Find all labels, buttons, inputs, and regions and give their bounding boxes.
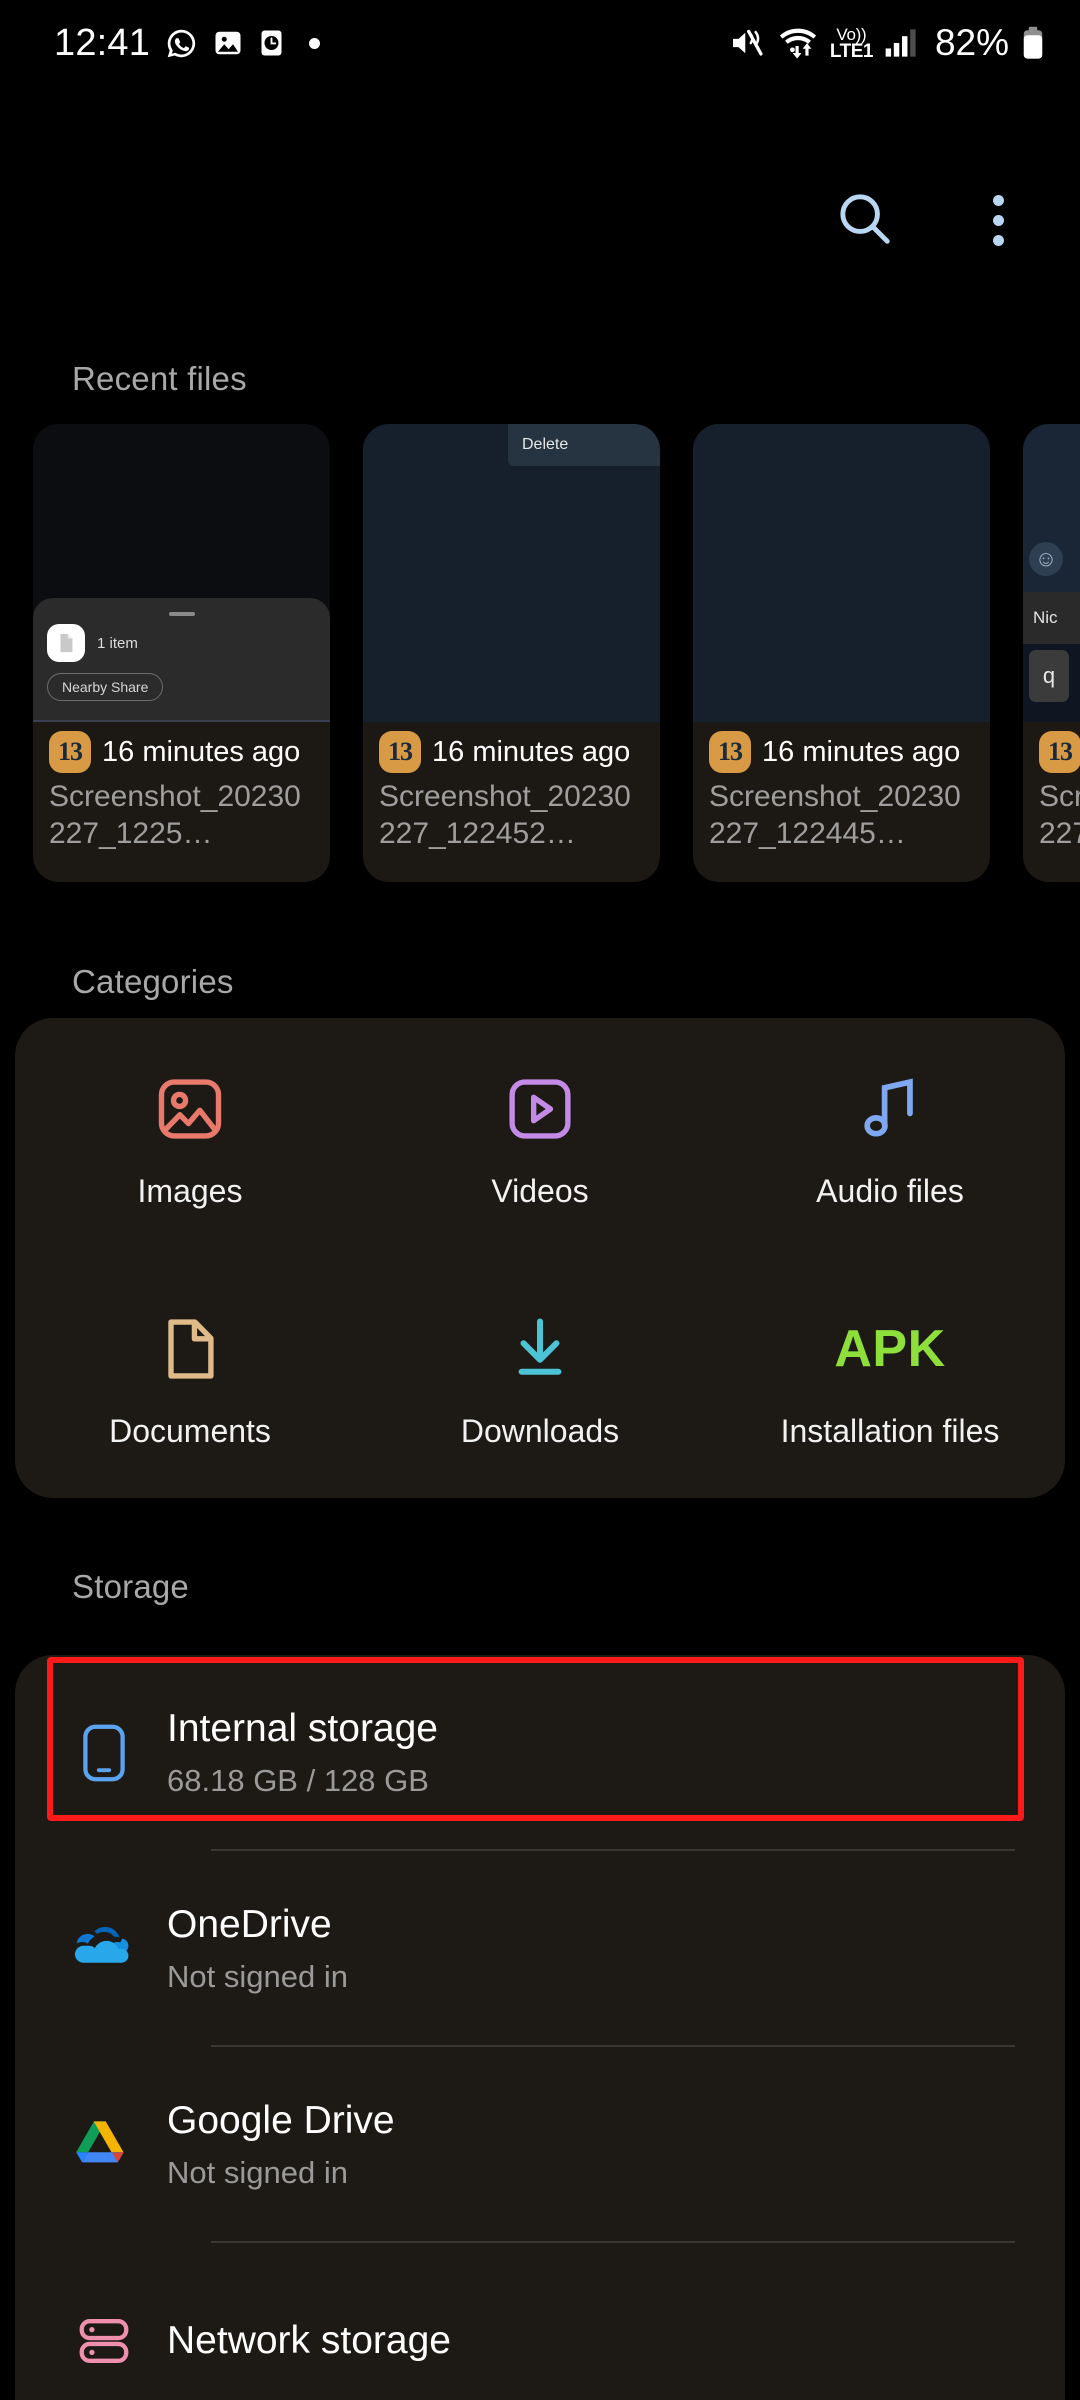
wifi-icon xyxy=(777,27,819,59)
file-type-badge: 13 xyxy=(709,731,751,773)
storage-subtitle: Not signed in xyxy=(167,2154,348,2190)
video-icon xyxy=(502,1067,578,1151)
storage-title: Network storage xyxy=(167,2318,451,2362)
google-drive-icon xyxy=(67,2118,141,2172)
category-label: Audio files xyxy=(816,1172,964,1209)
file-thumbnail: 1 item Nearby Share xyxy=(33,424,330,722)
mute-icon xyxy=(730,28,766,58)
storage-item-internal-storage[interactable]: Internal storage 68.18 GB / 128 GB xyxy=(15,1655,1065,1851)
categories-header: Categories xyxy=(72,963,234,1000)
alarm-icon xyxy=(258,28,285,58)
category-label: Images xyxy=(137,1172,243,1209)
file-thumbnail: ☺ Nic q xyxy=(1023,424,1080,722)
battery-percent-label: 82% xyxy=(934,22,1009,63)
file-chip-icon xyxy=(47,624,85,662)
category-documents[interactable]: Documents xyxy=(15,1307,365,1450)
more-options-button[interactable] xyxy=(956,178,1040,262)
apk-icon: APK xyxy=(834,1307,945,1391)
dot-indicator-icon xyxy=(309,37,321,49)
share-sheet-preview: 1 item Nearby Share xyxy=(33,598,330,722)
storage-item-onedrive[interactable]: OneDrive Not signed in xyxy=(15,1851,1065,2047)
download-icon xyxy=(502,1307,578,1391)
phone-icon xyxy=(67,1722,141,1784)
category-label: Videos xyxy=(491,1172,589,1209)
category-label: Downloads xyxy=(460,1412,620,1449)
category-label: Documents xyxy=(109,1412,271,1449)
more-options-icon xyxy=(992,194,1004,246)
recent-file-card[interactable]: 13 16 minutes ago Screenshot_20230227_12… xyxy=(693,424,990,882)
storage-title: OneDrive xyxy=(167,1903,332,1947)
storage-item-google-drive[interactable]: Google Drive Not signed in xyxy=(15,2047,1065,2243)
file-name: Screenshot_20230227_122445… xyxy=(709,780,961,850)
file-timestamp: 16 minutes ago xyxy=(102,735,301,768)
category-label: Installation files xyxy=(780,1412,1000,1449)
file-name: Screenshot_20230227_1225… xyxy=(49,780,301,850)
file-type-badge: 13 xyxy=(1039,731,1080,773)
status-bar: 12:41 Vo)) LTE1 82% xyxy=(0,0,1080,86)
nearby-share-chip: Nearby Share xyxy=(47,673,164,701)
category-installation-files[interactable]: APK Installation files xyxy=(715,1307,1065,1450)
app-action-bar xyxy=(0,160,1080,280)
apk-label: APK xyxy=(834,1319,946,1378)
recent-files-header: Recent files xyxy=(72,360,247,397)
file-timestamp: 16 minutes ago xyxy=(762,735,961,768)
status-bar-left: 12:41 xyxy=(54,22,321,64)
recent-file-card[interactable]: Delete 13 16 minutes ago Screenshot_2023… xyxy=(363,424,660,882)
file-name: Screenshot_20230227_1224… xyxy=(1039,780,1080,850)
share-item-count: 1 item xyxy=(97,634,138,652)
image-icon xyxy=(152,1067,228,1151)
document-icon xyxy=(152,1307,228,1391)
category-audio-files[interactable]: Audio files xyxy=(715,1067,1065,1210)
status-bar-clock: 12:41 xyxy=(54,22,151,64)
emoji-icon: ☺ xyxy=(1029,542,1063,576)
search-button[interactable] xyxy=(822,178,906,262)
file-type-badge: 13 xyxy=(379,731,421,773)
keyboard-key: q xyxy=(1029,650,1069,702)
recent-files-carousel[interactable]: 1 item Nearby Share 13 16 minutes ago Sc… xyxy=(0,424,1080,889)
recent-file-card[interactable]: 1 item Nearby Share 13 16 minutes ago Sc… xyxy=(33,424,330,882)
file-type-badge: 13 xyxy=(49,731,91,773)
category-downloads[interactable]: Downloads xyxy=(365,1307,715,1450)
storage-title: Google Drive xyxy=(167,2099,395,2143)
category-videos[interactable]: Videos xyxy=(365,1067,715,1210)
delete-menu-label: Delete xyxy=(522,436,569,453)
gallery-icon xyxy=(213,28,243,58)
file-thumbnail xyxy=(693,424,990,722)
onedrive-cloud-icon xyxy=(67,1925,141,1973)
delete-menu-preview: Delete xyxy=(508,424,660,466)
recent-file-card[interactable]: ☺ Nic q 13 16 minutes ago Screenshot_202… xyxy=(1023,424,1080,882)
battery-icon xyxy=(1020,26,1046,60)
files-app-screen: 12:41 Vo)) LTE1 82% Recent files 1 item … xyxy=(0,0,1080,2400)
storage-subtitle: Not signed in xyxy=(167,1958,348,1994)
storage-item-network-storage[interactable]: Network storage xyxy=(15,2243,1065,2400)
storage-header: Storage xyxy=(72,1568,189,1605)
music-note-icon xyxy=(852,1067,928,1151)
file-timestamp: 16 minutes ago xyxy=(432,735,631,768)
storage-list: Internal storage 68.18 GB / 128 GB OneDr… xyxy=(15,1655,1065,2400)
thumb-strip-label: Nic xyxy=(1033,608,1058,627)
signal-icon xyxy=(884,28,920,58)
search-icon xyxy=(833,187,895,254)
whatsapp-icon xyxy=(165,27,198,60)
sheet-grabber xyxy=(168,612,195,616)
volte-icon: Vo)) LTE1 xyxy=(829,24,874,62)
category-images[interactable]: Images xyxy=(15,1067,365,1210)
status-bar-right: Vo)) LTE1 82% xyxy=(730,22,1046,64)
storage-title: Internal storage xyxy=(167,1707,439,1751)
network-server-icon xyxy=(67,2312,141,2370)
file-name: Screenshot_20230227_122452… xyxy=(379,780,631,850)
categories-card: Images Videos Audio files Documents Down… xyxy=(15,1018,1065,1498)
file-thumbnail: Delete xyxy=(363,424,660,722)
storage-subtitle: 68.18 GB / 128 GB xyxy=(167,1762,429,1798)
